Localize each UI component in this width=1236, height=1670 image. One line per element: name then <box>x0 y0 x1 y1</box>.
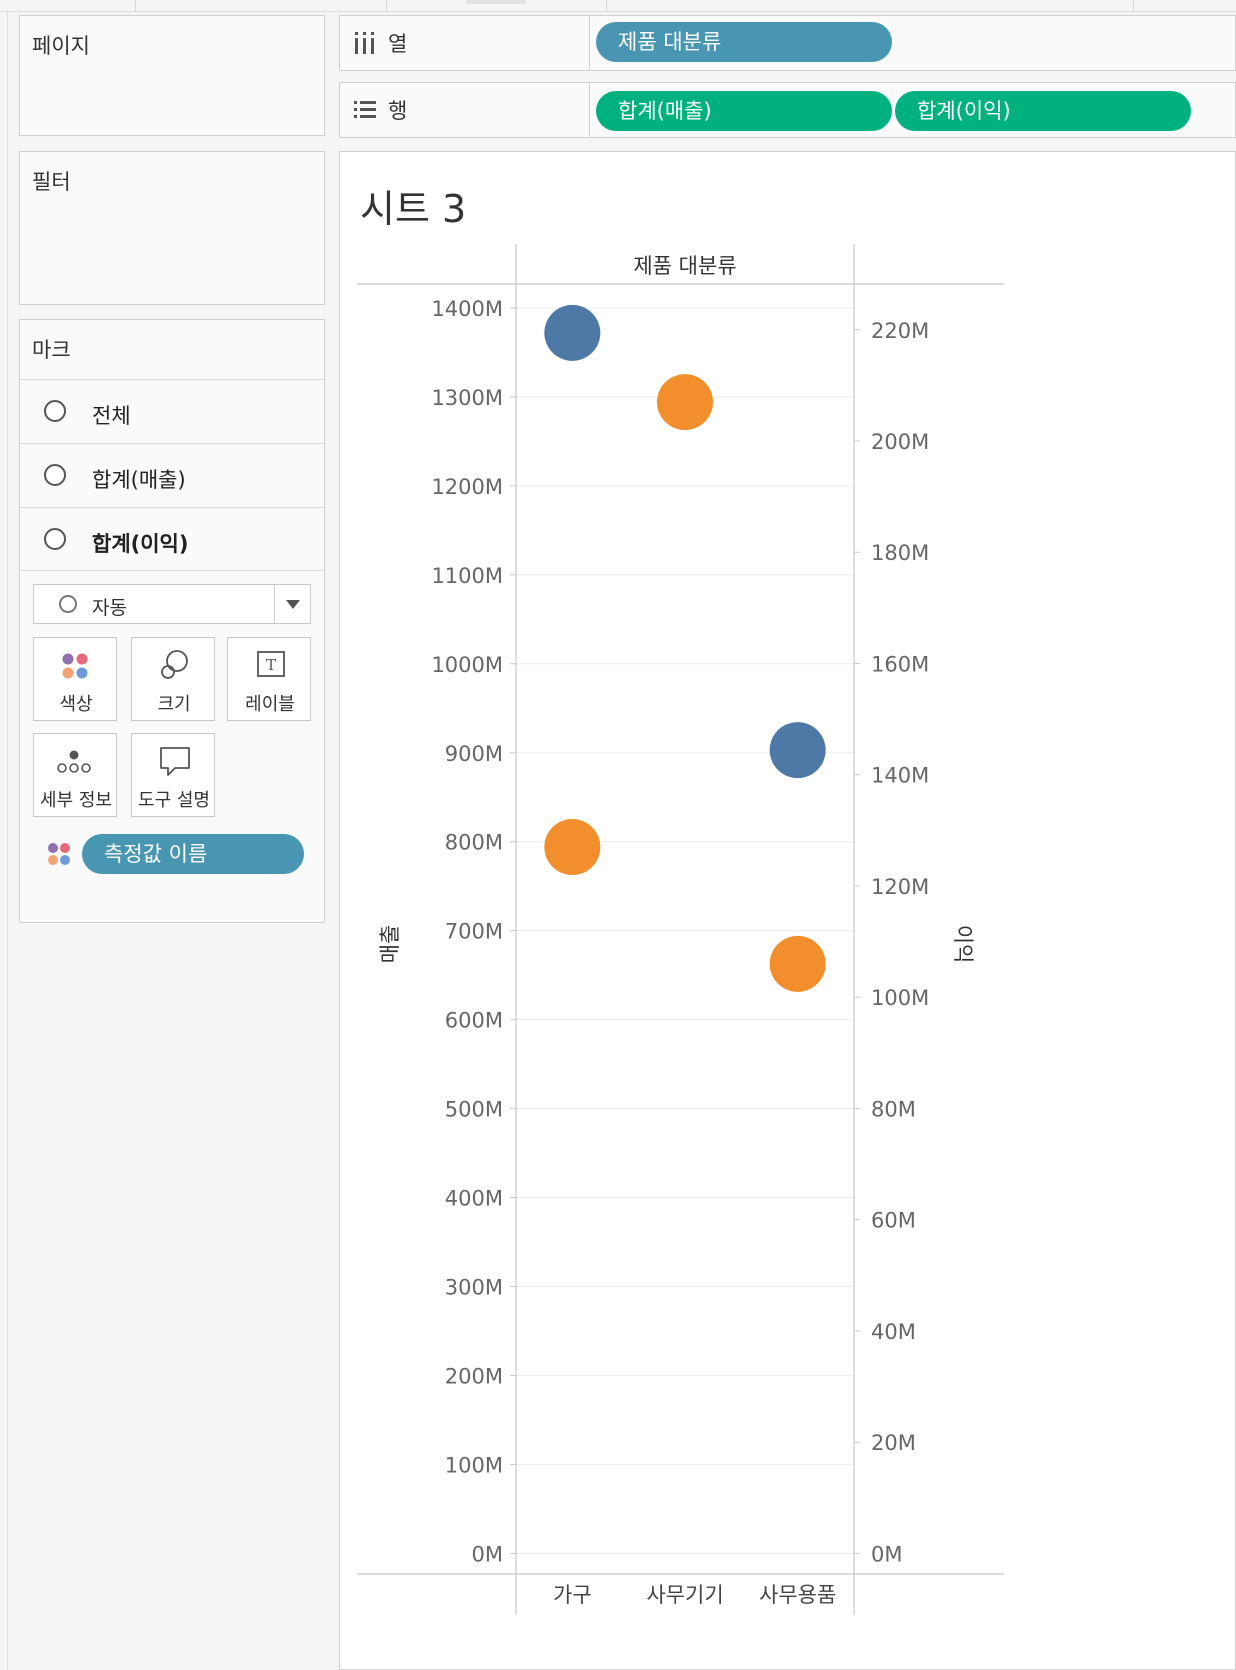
right-axis-tick-label: 80M <box>871 1097 916 1121</box>
left-axis-tick-label: 1100M <box>431 564 503 588</box>
columns-label: 열 <box>388 32 408 56</box>
left-axis-tick-label: 500M <box>445 1098 503 1122</box>
radio-icon[interactable] <box>44 400 66 422</box>
right-axis-tick-label: 0M <box>871 1542 902 1566</box>
left-axis-tick-label: 1400M <box>431 297 503 321</box>
radio-icon[interactable] <box>44 464 66 486</box>
left-axis-tick-label: 1300M <box>431 386 503 410</box>
left-axis-tick-label: 600M <box>445 1009 503 1033</box>
column-header: 제품 대분류 <box>633 254 736 278</box>
columns-shelf: 열 제품 대분류 <box>339 15 1236 71</box>
data-point <box>657 374 713 431</box>
data-point <box>769 935 826 992</box>
marks-card: 마크 전체 합계(매출) 합계(이익) 자동 색상 크기 T 레이블 세부 정보… <box>19 319 326 923</box>
color-button[interactable]: 색상 <box>33 637 117 721</box>
label-button[interactable]: T 레이블 <box>227 637 311 721</box>
right-axis-tick-label: 120M <box>871 875 929 899</box>
label-button-label: 레이블 <box>245 694 295 715</box>
left-axis-tick-label: 0M <box>472 1542 503 1566</box>
tooltip-button[interactable]: 도구 설명 <box>131 733 215 817</box>
data-point <box>544 819 601 876</box>
marks-row-label: 합계(매출) <box>92 468 186 492</box>
left-axis-tick-label: 300M <box>445 1276 503 1300</box>
rows-label: 행 <box>388 99 408 123</box>
right-axis-tick-label: 160M <box>871 652 929 676</box>
right-axis-tick-label: 140M <box>871 764 929 788</box>
rows-shelf: 행 합계(매출) 합계(이익) <box>339 82 1236 138</box>
right-axis-tick-label: 60M <box>871 1209 916 1233</box>
radio-icon[interactable] <box>44 528 66 550</box>
label-icon: T <box>257 651 285 677</box>
tooltip-button-label: 도구 설명 <box>138 790 210 811</box>
right-axis-tick-label: 100M <box>871 986 929 1010</box>
left-axis-tick-label: 400M <box>445 1187 503 1211</box>
left-axis-tick-label: 200M <box>445 1364 503 1388</box>
left-axis-tick-label: 1000M <box>431 653 503 677</box>
marks-row-all[interactable]: 전체 <box>20 379 326 443</box>
color-encoding-icon <box>48 843 70 865</box>
right-axis-tick-label: 20M <box>871 1431 916 1455</box>
pages-card: 페이지 <box>19 15 325 136</box>
right-axis-tick-label: 40M <box>871 1320 916 1344</box>
data-point <box>769 722 826 779</box>
size-button[interactable]: 크기 <box>131 637 215 721</box>
mark-type-value: 자동 <box>92 597 127 619</box>
columns-icon <box>355 32 374 54</box>
chart-svg: 0M 100M 200M 300M 400M 500M 600M 700M 800M 900M 10… <box>357 244 1004 1615</box>
rows-pill-sales[interactable]: 합계(매출) <box>596 91 892 131</box>
x-category-label: 사무기기 <box>646 1583 723 1607</box>
marks-title: 마크 <box>32 338 71 362</box>
left-axis-tick-label: 100M <box>445 1453 503 1477</box>
right-axis-tick-label: 200M <box>871 430 929 454</box>
pages-title: 페이지 <box>32 34 90 58</box>
rows-icon <box>354 101 376 118</box>
color-field-pill[interactable]: 측정값 이름 <box>82 834 304 874</box>
filters-title: 필터 <box>32 170 71 194</box>
marks-row-profit[interactable]: 합계(이익) <box>20 507 326 571</box>
left-axis-tick-label: 1200M <box>431 475 503 499</box>
rows-pill-profit[interactable]: 합계(이익) <box>895 91 1191 131</box>
size-icon <box>161 650 188 679</box>
detail-button[interactable]: 세부 정보 <box>33 733 117 817</box>
viz-area: 시트 3 0M 100M 200M 300M 400M 500M 600M 700M 800M 9… <box>339 151 1236 1670</box>
left-axis-tick-label: 800M <box>445 831 503 855</box>
left-axis-tick-label: 900M <box>445 742 503 766</box>
circle-mark-icon <box>59 595 77 613</box>
left-axis-tick-label: 700M <box>445 920 503 944</box>
marks-row-label: 전체 <box>92 404 131 428</box>
color-button-label: 색상 <box>59 694 93 715</box>
tooltip-icon <box>160 747 190 776</box>
data-point <box>544 304 601 361</box>
columns-pill[interactable]: 제품 대분류 <box>596 22 892 62</box>
right-axis-tick-label: 220M <box>871 319 929 343</box>
x-category-label: 사무용품 <box>759 1583 836 1607</box>
top-strip <box>0 0 1236 12</box>
left-axis-title: 매출 <box>378 925 402 964</box>
right-axis-title: 이익 <box>951 925 975 964</box>
color-icon <box>62 653 88 679</box>
x-category-label: 가구 <box>553 1583 592 1607</box>
chevron-down-icon[interactable] <box>286 600 300 609</box>
marks-row-sales[interactable]: 합계(매출) <box>20 443 326 507</box>
detail-icon <box>57 750 91 773</box>
right-axis-tick-label: 180M <box>871 541 929 565</box>
filters-card: 필터 <box>19 151 325 305</box>
marks-row-label: 합계(이익) <box>92 532 189 556</box>
detail-button-label: 세부 정보 <box>40 790 112 811</box>
svg-text:T: T <box>266 656 276 674</box>
left-edge <box>0 12 8 1670</box>
size-button-label: 크기 <box>157 694 191 715</box>
mark-type-dropdown[interactable]: 자동 <box>33 584 311 624</box>
